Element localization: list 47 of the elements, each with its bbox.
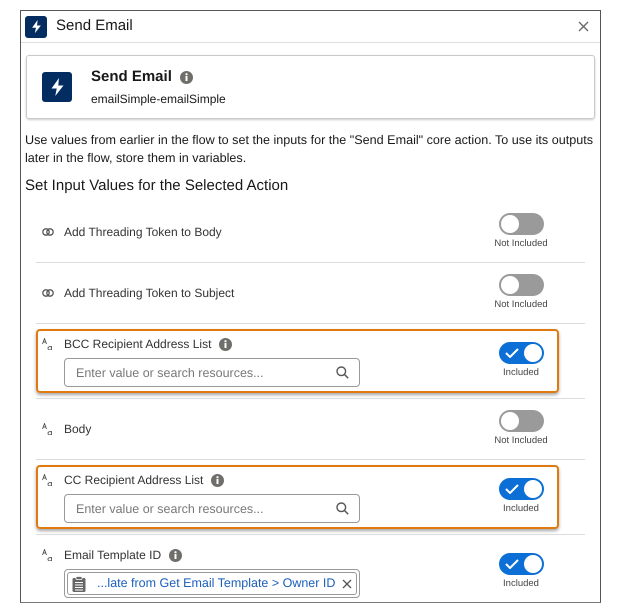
- search-icon: [336, 366, 349, 379]
- check-icon: [504, 559, 518, 570]
- resource-value: ...late from Get Email Template > Owner ID: [97, 575, 336, 592]
- description-text: Use values from earlier in the flow to set the inputs for the "Send Email" core action. To use its outputs later in the flow, store them in variables.: [25, 132, 594, 167]
- toggle-status: Included: [503, 577, 539, 592]
- window-title: Send Email: [56, 16, 133, 36]
- field-label: CC Recipient Address List: [64, 472, 204, 490]
- lightning-icon: [42, 72, 72, 102]
- info-icon[interactable]: [211, 474, 224, 487]
- text-type-icon: [42, 549, 54, 562]
- text-type-icon: [42, 474, 54, 486]
- check-icon: [504, 484, 518, 494]
- action-title: Send Email: [91, 66, 172, 87]
- resource-field[interactable]: ...late from Get Email Template > Owner ID: [64, 569, 360, 598]
- linked-circles-icon: [42, 228, 54, 236]
- toggle-status: Not Included: [494, 236, 548, 250]
- field-label: Email Template ID: [64, 547, 162, 564]
- toggle-switch[interactable]: [498, 410, 544, 432]
- field-label: Body: [64, 421, 92, 438]
- toggle-switch[interactable]: [498, 478, 544, 500]
- search-field[interactable]: Enter value or search resources...: [64, 494, 360, 524]
- toggle-switch[interactable]: [498, 212, 544, 234]
- toggle-status: Included: [503, 502, 539, 516]
- toggle-switch[interactable]: [498, 342, 544, 364]
- info-icon[interactable]: [169, 548, 182, 562]
- toggle-switch[interactable]: [498, 553, 544, 576]
- toggle-status: Included: [503, 366, 539, 380]
- section-heading: Set Input Values for the Selected Action: [25, 176, 290, 196]
- search-field[interactable]: Enter value or search resources...: [64, 358, 360, 387]
- check-icon: [504, 348, 518, 358]
- search-icon: [336, 502, 349, 516]
- close-button[interactable]: [576, 20, 590, 34]
- text-type-icon: [42, 338, 54, 350]
- text-type-icon: [42, 423, 54, 436]
- toggle-status: Not Included: [494, 298, 548, 312]
- toggle-switch[interactable]: [498, 274, 544, 296]
- lightning-icon: [25, 16, 47, 38]
- info-icon[interactable]: [219, 338, 232, 350]
- toggle-status: Not Included: [494, 434, 548, 448]
- linked-circles-icon: [42, 288, 54, 297]
- field-label: Add Threading Token to Body: [64, 224, 222, 241]
- field-label: Add Threading Token to Subject: [64, 284, 234, 302]
- remove-icon[interactable]: [342, 578, 352, 589]
- info-icon[interactable]: [180, 70, 193, 84]
- action-name: emailSimple-emailSimple: [91, 91, 226, 108]
- field-label: BCC Recipient Address List: [64, 336, 212, 353]
- clipboard-icon: [72, 576, 86, 592]
